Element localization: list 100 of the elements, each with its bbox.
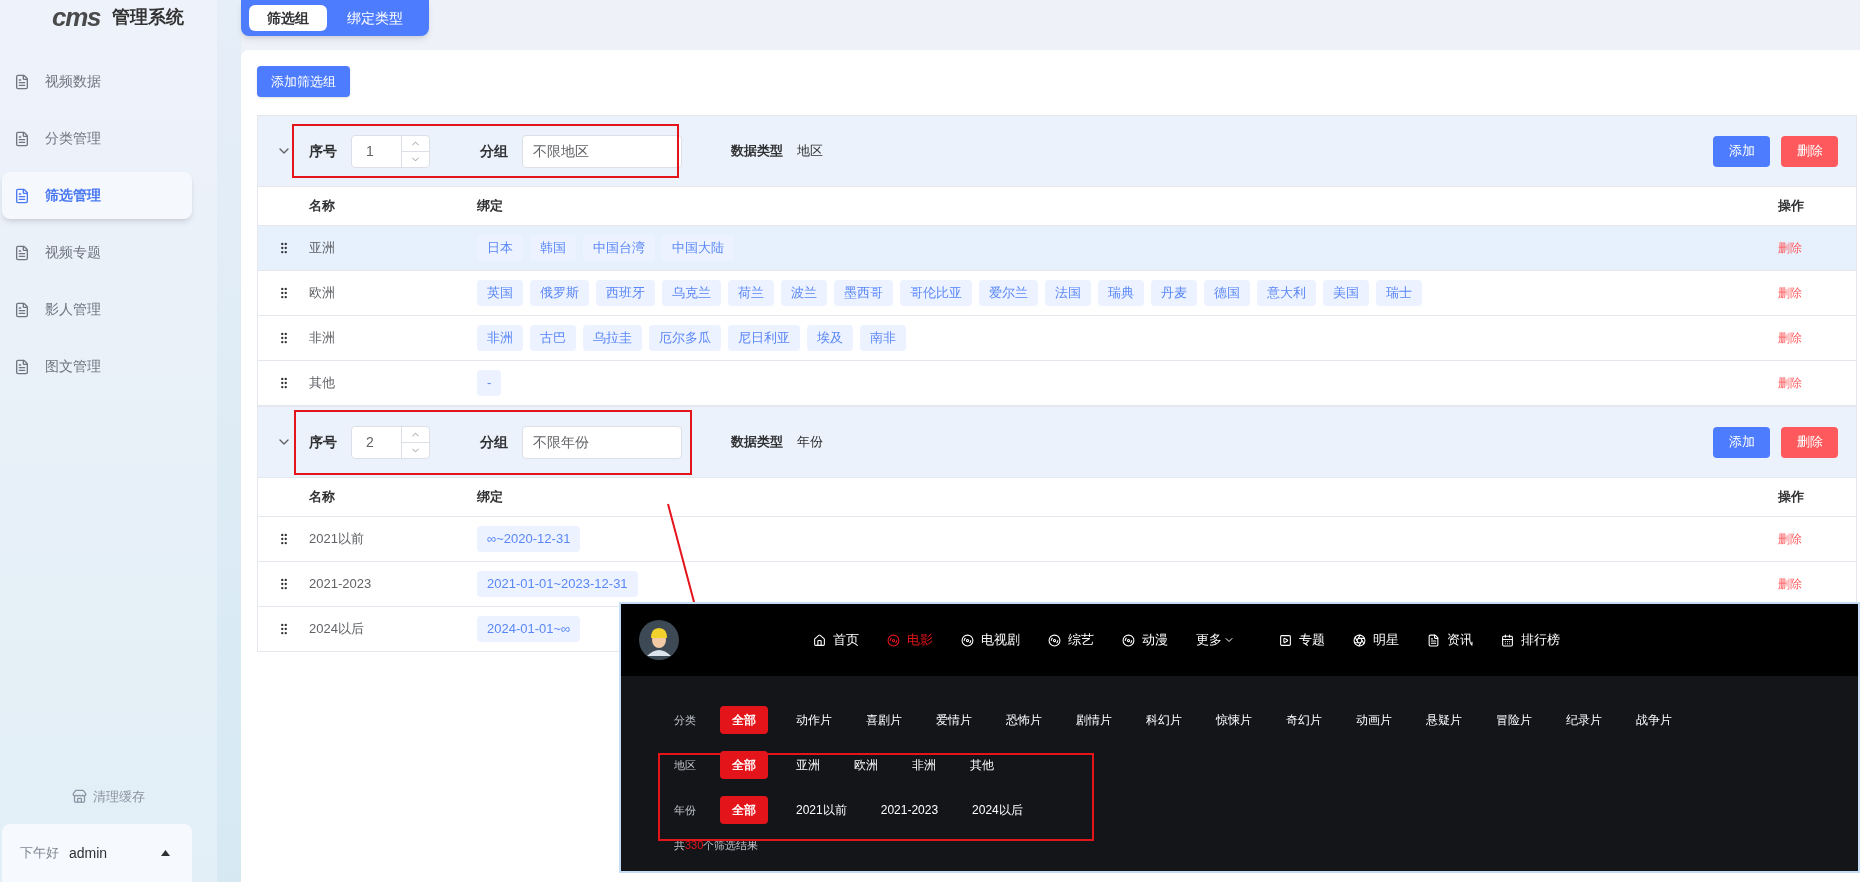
user-bar[interactable]: 下午好 admin — [2, 824, 192, 882]
binding-tag: 爱尔兰 — [979, 280, 1038, 306]
group-label: 分组 — [480, 141, 508, 161]
filter-option[interactable]: 欧洲 — [848, 751, 884, 779]
table-cell-text: 2024以后 — [309, 620, 365, 639]
nav-item[interactable]: 首页 — [813, 630, 859, 650]
sidebar-item[interactable]: 分类管理 — [2, 115, 192, 162]
filter-option[interactable]: 恐怖片 — [1000, 706, 1048, 734]
filter-option[interactable]: 悬疑片 — [1420, 706, 1468, 734]
column-header: 名称 — [309, 488, 336, 507]
sidebar-item[interactable]: 筛选管理 — [2, 172, 192, 219]
binding-tag: 哥伦比亚 — [900, 280, 972, 306]
tab[interactable]: 筛选组 — [249, 5, 327, 31]
filter-option[interactable]: 惊悚片 — [1210, 706, 1258, 734]
type-label: 数据类型 — [731, 142, 783, 161]
tab[interactable]: 绑定类型 — [329, 5, 421, 31]
filter-option[interactable]: 动作片 — [790, 706, 838, 734]
group-field[interactable]: 不限年份 — [522, 425, 682, 459]
sidebar-item[interactable]: 视频数据 — [2, 58, 192, 105]
filter-option[interactable]: 2021以前 — [790, 796, 853, 824]
sidebar-item[interactable]: 图文管理 — [2, 343, 192, 390]
filter-option[interactable]: 全部 — [720, 706, 768, 734]
user-name: admin — [69, 843, 108, 863]
type-value: 年份 — [797, 433, 823, 452]
binding-tag: 日本 — [477, 235, 523, 261]
reel-icon — [887, 633, 900, 647]
nav-item[interactable]: 资讯 — [1427, 630, 1473, 650]
binding-tag: 丹麦 — [1151, 280, 1197, 306]
group-field[interactable]: 不限地区 — [522, 134, 682, 168]
column-header: 操作 — [1778, 197, 1805, 216]
filter-option[interactable]: 2024以后 — [966, 796, 1029, 824]
binding-tag: 尼日利亚 — [728, 325, 800, 351]
nav-item[interactable]: 专题 — [1279, 630, 1325, 650]
nav-item[interactable]: 电视剧 — [961, 630, 1020, 650]
nav-item[interactable]: 动漫 — [1122, 630, 1168, 650]
filter-label: 分类 — [674, 712, 697, 728]
add-button[interactable]: 添加 — [1713, 426, 1770, 458]
binding-tag: 中国台湾 — [583, 235, 655, 261]
column-header: 操作 — [1778, 488, 1805, 507]
filter-option[interactable]: 剧情片 — [1070, 706, 1118, 734]
filter-option[interactable]: 其他 — [964, 751, 1000, 779]
document-icon — [14, 301, 30, 318]
filter-option[interactable]: 冒险片 — [1490, 706, 1538, 734]
reel-icon — [961, 633, 974, 647]
sidebar-item[interactable]: 视频专题 — [2, 229, 192, 276]
filter-option[interactable]: 全部 — [720, 751, 768, 779]
filter-option[interactable]: 亚洲 — [790, 751, 826, 779]
binding-tag: 厄尔多瓜 — [649, 325, 721, 351]
app-title: 管理系统 — [112, 6, 185, 29]
filter-option[interactable]: 动画片 — [1350, 706, 1398, 734]
document-icon — [14, 130, 30, 147]
filter-option[interactable]: 全部 — [720, 796, 768, 824]
add-group-button[interactable]: 添加筛选组 — [257, 66, 350, 97]
binding-tag: 墨西哥 — [834, 280, 893, 306]
reel-icon — [1122, 633, 1135, 647]
store-icon — [72, 788, 87, 804]
play-icon — [1279, 633, 1292, 647]
table-cell-text: 非洲 — [309, 329, 336, 348]
nav-item[interactable]: 电影 — [887, 630, 933, 650]
filter-option[interactable]: 2021-2023 — [874, 796, 945, 824]
table-cell-text: 2021以前 — [309, 530, 365, 549]
caret-icon — [161, 850, 170, 856]
table-row[interactable]: 亚洲 日本 韩国 中国台湾 中国大陆 删除 — [258, 226, 1856, 271]
binding-tag: 俄罗斯 — [530, 280, 589, 306]
column-header: 绑定 — [477, 197, 504, 216]
home-icon — [813, 633, 826, 647]
binding-tag: 古巴 — [530, 325, 576, 351]
binding-tag: 瑞士 — [1376, 280, 1422, 306]
add-button[interactable]: 添加 — [1713, 135, 1770, 167]
document-icon — [14, 187, 30, 204]
filter-option[interactable]: 非洲 — [906, 751, 942, 779]
binding-tag: 韩国 — [530, 235, 576, 261]
document-icon — [14, 358, 30, 375]
binding-tag: 意大利 — [1257, 280, 1316, 306]
binding-tag: 乌克兰 — [662, 280, 721, 306]
nav-item[interactable]: 排行榜 — [1501, 630, 1560, 650]
document-icon — [14, 73, 30, 90]
logo: cms — [52, 3, 101, 31]
filter-option[interactable]: 纪录片 — [1560, 706, 1608, 734]
nav-item[interactable]: 明星 — [1353, 630, 1399, 650]
nav-item[interactable]: 更多 — [1196, 630, 1235, 650]
sidebar-item[interactable]: 影人管理 — [2, 286, 192, 333]
filter-option[interactable]: 科幻片 — [1140, 706, 1188, 734]
order-label: 序号 — [309, 141, 337, 161]
binding-tag: 南非 — [860, 325, 906, 351]
filter-option[interactable]: 奇幻片 — [1280, 706, 1328, 734]
table-cell-text: 2021-2023 — [309, 575, 373, 594]
binding-tag: 波兰 — [781, 280, 827, 306]
binding-tag: 中国大陆 — [662, 235, 734, 261]
table-cell-text: 欧洲 — [309, 284, 336, 303]
nav-item[interactable]: 综艺 — [1048, 630, 1094, 650]
greeting: 下午好 — [20, 844, 59, 863]
binding-tag: 埃及 — [807, 325, 853, 351]
filter-option[interactable]: 爱情片 — [930, 706, 978, 734]
filter-option[interactable]: 战争片 — [1630, 706, 1678, 734]
result-count: 共330个筛选结果 — [674, 838, 760, 853]
order-label: 序号 — [309, 432, 337, 452]
binding-tag: 法国 — [1045, 280, 1091, 306]
filter-option[interactable]: 喜剧片 — [860, 706, 908, 734]
table-cell-text: 亚洲 — [309, 239, 336, 258]
